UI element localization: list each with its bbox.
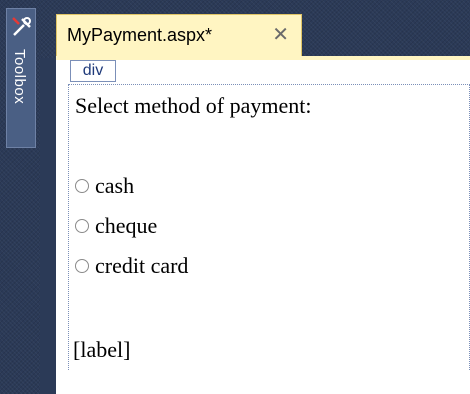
radio-label-cheque: cheque [95, 213, 158, 238]
radio-button-cheque[interactable] [75, 219, 89, 233]
element-tag-div[interactable]: div [70, 60, 116, 82]
tab-mypayment-aspx[interactable]: MyPayment.aspx* ✕ [56, 14, 302, 56]
radio-option-credit-card[interactable]: credit card [75, 253, 188, 279]
design-surface-bottom [56, 370, 470, 394]
radio-option-cash[interactable]: cash [75, 173, 134, 199]
toolbox-label: Toolbox [11, 49, 28, 105]
close-icon[interactable]: ✕ [272, 23, 289, 47]
radio-option-cheque[interactable]: cheque [75, 213, 157, 239]
radio-label-cash: cash [95, 173, 135, 198]
toolbox-tab[interactable]: Toolbox [6, 8, 36, 148]
selected-div-container[interactable]: Select method of payment: cash cheque cr… [68, 84, 470, 374]
radio-button-cash[interactable] [75, 179, 89, 193]
payment-prompt: Select method of payment: [75, 93, 312, 118]
radio-label-credit-card: credit card [95, 253, 189, 278]
design-surface[interactable]: div Select method of payment: cash chequ… [56, 60, 470, 394]
radio-button-credit-card[interactable] [75, 259, 89, 273]
toolbox-strip: Toolbox [0, 0, 40, 394]
tab-title: MyPayment.aspx* [67, 25, 213, 45]
toolbox-icon [12, 17, 31, 36]
label-control[interactable]: [label] [73, 337, 130, 363]
